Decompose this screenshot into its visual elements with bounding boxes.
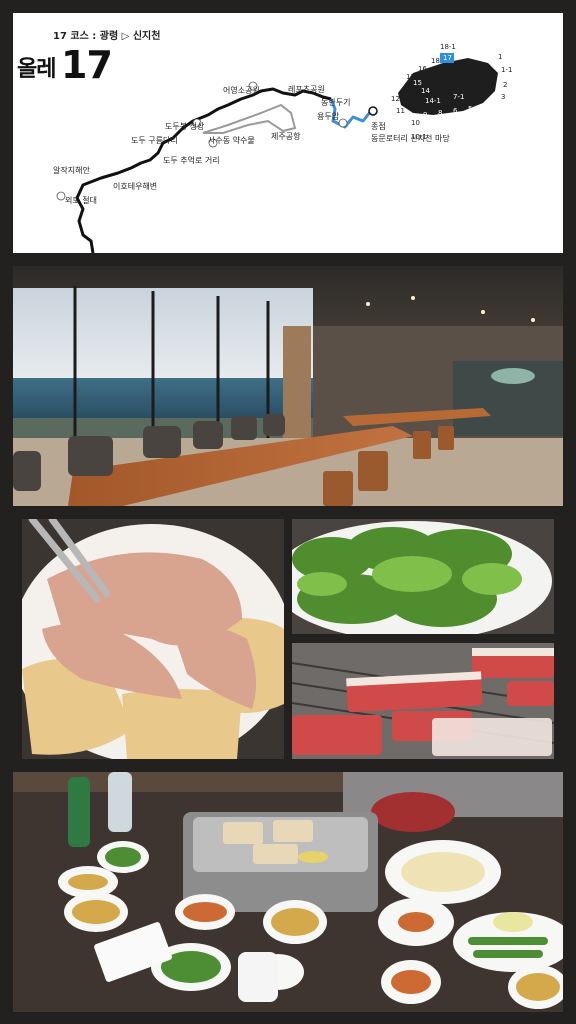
island-number: 2	[503, 81, 508, 89]
chair	[193, 421, 223, 449]
poi-label: 외도 절대	[65, 196, 97, 205]
broth	[68, 874, 108, 890]
pork-slice	[292, 715, 382, 755]
wood-chair	[323, 471, 353, 506]
table-scene	[13, 772, 563, 1012]
island-number: 16	[418, 65, 427, 73]
wall-art	[491, 368, 535, 384]
island-number: 11	[396, 107, 405, 115]
wood-chair	[438, 426, 454, 450]
poi-label: 도두 구름다리	[131, 136, 178, 145]
poi-label: 이호테우해변	[113, 182, 158, 191]
route-line	[75, 87, 332, 253]
island-number: 15	[413, 79, 422, 87]
lettuce-greens-photo	[292, 519, 554, 634]
chair	[263, 414, 285, 436]
ceiling-light	[531, 318, 535, 322]
poi-label: 동한두기	[321, 98, 351, 107]
chair	[231, 416, 257, 440]
island-number: 18	[431, 57, 440, 65]
broth	[271, 908, 319, 936]
leaf	[372, 556, 452, 592]
ceiling-light	[366, 302, 370, 306]
poi-label: 어영소공원	[223, 86, 260, 95]
greens-scene	[292, 519, 554, 634]
island-number: 6	[453, 107, 458, 115]
table-meal-spread-photo	[13, 772, 563, 1012]
fat-layer	[472, 648, 554, 656]
marinated-meat-photo	[22, 519, 284, 759]
island-number: 12	[391, 95, 400, 103]
sauce	[398, 912, 434, 932]
pork-slice	[507, 681, 554, 706]
broth	[516, 973, 560, 1001]
soju-bottle	[68, 777, 90, 847]
green-pepper	[468, 937, 548, 945]
chair	[143, 426, 181, 458]
sauce	[391, 970, 431, 994]
ceiling-light	[481, 310, 485, 314]
greens	[105, 847, 141, 867]
end-point	[368, 106, 378, 116]
island-number: 1-1	[501, 66, 513, 74]
mustard-plate	[401, 852, 485, 892]
poi-label: 도두 추억로 거리	[163, 156, 220, 165]
poi-label: 용두암	[317, 112, 340, 121]
olle-17-course-map: 17 코스 : 광령 ▷ 신지천 올레 17 어영소공원 레포츠공원 동한두기 …	[13, 13, 563, 253]
grill-scene	[292, 643, 554, 759]
green-pepper	[473, 950, 543, 958]
poi-label: 알작지해안	[53, 166, 90, 175]
pillar	[283, 326, 311, 446]
grilling-pork-photo	[292, 643, 554, 759]
grilled-meat	[273, 820, 313, 842]
island-number: 14	[421, 87, 430, 95]
leaf	[297, 572, 347, 596]
chair	[13, 451, 41, 491]
wood-chair	[413, 431, 431, 459]
island-number: 7-1	[453, 93, 465, 101]
island-number: 9	[423, 111, 428, 119]
toilet-marker	[338, 118, 348, 128]
grilled-meat	[253, 844, 298, 864]
island-number: 3	[501, 93, 506, 101]
toilet-marker	[56, 191, 66, 201]
red-pot	[371, 792, 455, 832]
wood-chair	[358, 451, 388, 491]
island-number: 14-1	[425, 97, 441, 105]
kimchi	[298, 851, 328, 863]
poi-label: 도두봉 정상	[165, 122, 205, 131]
poi-label: 제주공항	[271, 132, 301, 141]
island-number: 8	[438, 109, 443, 117]
island-number: 17	[443, 54, 452, 62]
island-number: 4	[485, 103, 490, 111]
glass-bottle	[108, 772, 132, 832]
interior-scene	[13, 266, 563, 506]
sauce	[183, 902, 227, 922]
poi-label: 사수동 약수물	[208, 136, 255, 145]
poi-label: 종점	[371, 122, 386, 131]
fat-layer	[432, 718, 552, 756]
cabbage	[493, 912, 533, 932]
restaurant-interior-photo	[13, 266, 563, 506]
island-number: 10	[411, 119, 420, 127]
island-number: 1	[498, 53, 503, 61]
island-number: 10-1	[411, 133, 427, 141]
grilled-meat	[223, 822, 263, 844]
leaf	[462, 563, 522, 595]
poi-label: 레포츠공원	[288, 85, 325, 94]
island-number: 7	[465, 111, 470, 119]
island-number: 18-1	[440, 43, 456, 51]
ceiling-light	[411, 296, 415, 300]
chair	[68, 436, 113, 476]
broth	[72, 900, 120, 924]
meat-scene	[22, 519, 284, 759]
water-cup	[238, 952, 278, 1002]
